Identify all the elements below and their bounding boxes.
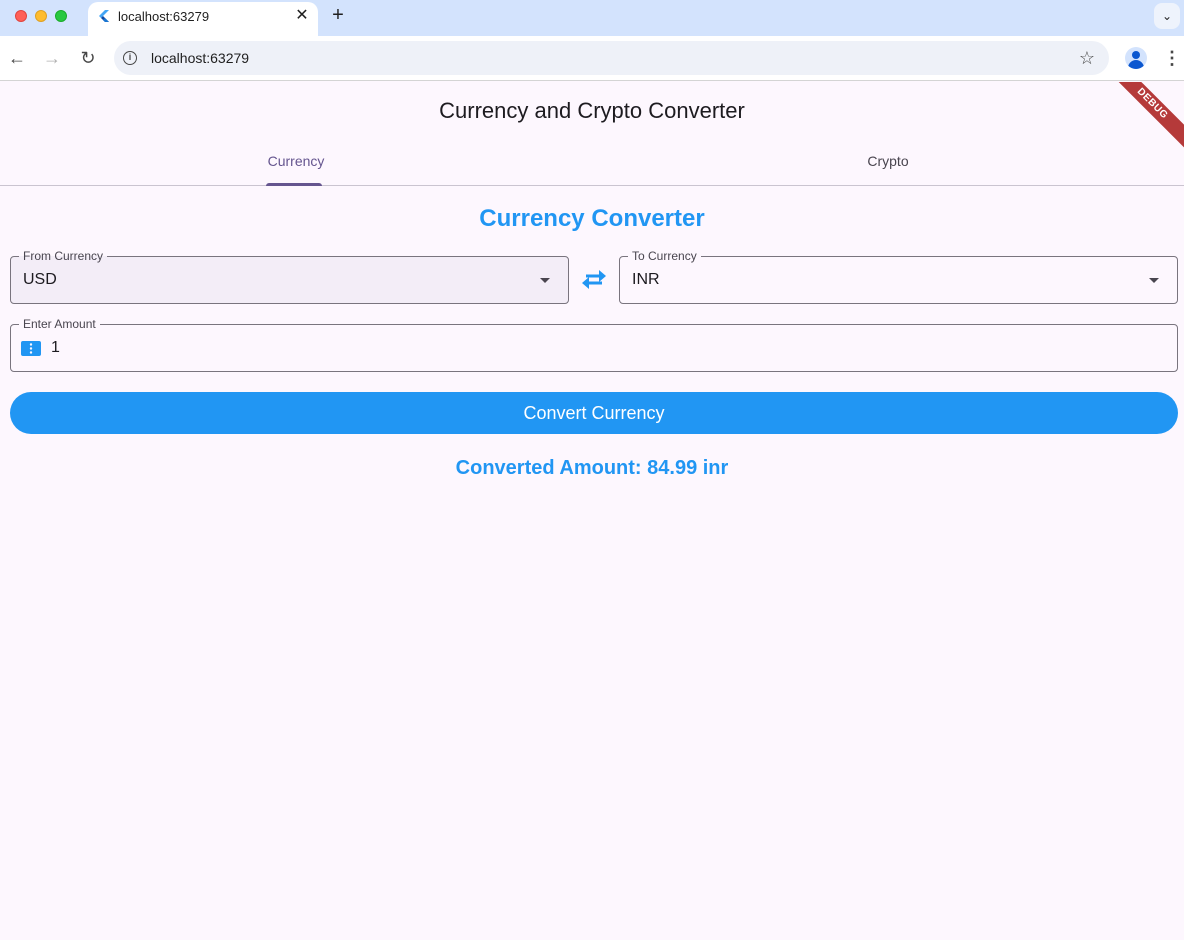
site-info-icon[interactable]: i xyxy=(123,51,137,65)
close-tab-icon[interactable]: ✕ xyxy=(294,8,310,24)
swap-horiz-icon[interactable] xyxy=(581,269,607,291)
page-title: Currency and Crypto Converter xyxy=(439,98,745,123)
converter-tabs: Currency Crypto xyxy=(0,138,1184,186)
forward-button[interactable]: → xyxy=(41,47,63,69)
back-button[interactable]: ← xyxy=(6,47,28,69)
convert-currency-button[interactable]: Convert Currency xyxy=(10,392,1178,434)
profile-avatar-icon[interactable] xyxy=(1125,47,1147,69)
money-icon xyxy=(21,341,41,356)
browser-tab[interactable]: localhost:63279 ✕ xyxy=(88,2,318,36)
dropdown-arrow-icon xyxy=(1149,278,1159,283)
close-window-button[interactable] xyxy=(15,10,27,22)
tab-indicator xyxy=(266,183,322,186)
tab-currency-label: Currency xyxy=(267,153,325,169)
tab-search-button[interactable]: ⌄ xyxy=(1154,3,1180,29)
from-currency-label: From Currency xyxy=(19,248,108,264)
flutter-icon xyxy=(99,10,109,22)
amount-label: Enter Amount xyxy=(19,316,100,332)
to-currency-label: To Currency xyxy=(628,248,701,264)
maximize-window-button[interactable] xyxy=(55,10,67,22)
to-currency-dropdown[interactable]: To Currency INR xyxy=(619,248,1178,304)
new-tab-button[interactable]: + xyxy=(328,5,348,25)
from-currency-dropdown[interactable]: From Currency USD xyxy=(10,248,569,304)
amount-value[interactable]: 1 xyxy=(51,339,60,357)
browser-menu-icon[interactable]: ⋮ xyxy=(1163,47,1181,69)
app-viewport: DEBUG Currency and Crypto Converter Curr… xyxy=(0,82,1184,940)
section-title: Currency Converter xyxy=(479,205,705,232)
tab-crypto[interactable]: Crypto xyxy=(592,138,1184,186)
minimize-window-button[interactable] xyxy=(35,10,47,22)
url-text[interactable]: localhost:63279 xyxy=(151,50,249,66)
browser-toolbar: ← → ↻ i localhost:63279 ☆ ⋮ xyxy=(0,36,1184,81)
reload-button[interactable]: ↻ xyxy=(77,47,99,69)
tab-title: localhost:63279 xyxy=(118,9,210,24)
bookmark-star-icon[interactable]: ☆ xyxy=(1079,48,1095,69)
address-bar[interactable]: i localhost:63279 ☆ xyxy=(114,41,1109,75)
dropdown-arrow-icon xyxy=(540,278,550,283)
to-currency-value: INR xyxy=(632,271,660,288)
tab-crypto-label: Crypto xyxy=(867,153,909,169)
browser-tab-bar: localhost:63279 ✕ + ⌄ xyxy=(0,0,1184,36)
converted-amount-text: Converted Amount: 84.99 inr xyxy=(455,457,729,479)
amount-input[interactable]: Enter Amount 1 xyxy=(10,316,1178,372)
tab-currency[interactable]: Currency xyxy=(0,138,592,186)
from-currency-value: USD xyxy=(23,271,57,288)
